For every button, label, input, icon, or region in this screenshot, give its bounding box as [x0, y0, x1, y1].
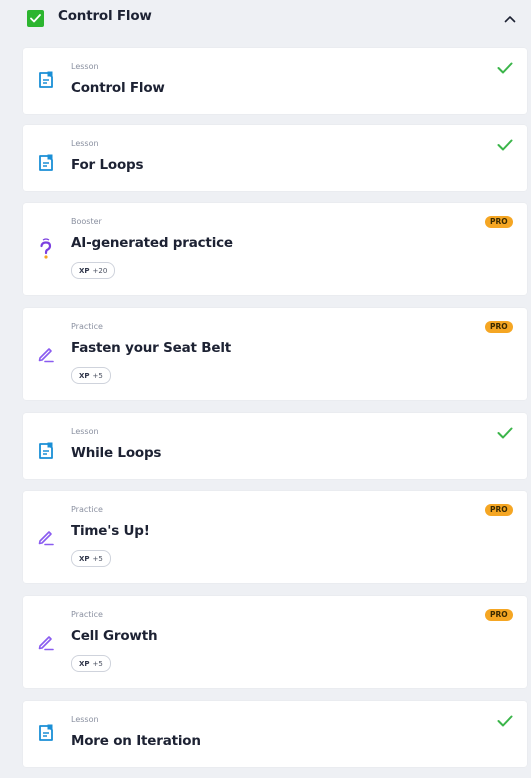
xp-pill: XP +5	[71, 367, 111, 384]
item-kind: Lesson	[71, 139, 99, 148]
checkmark-icon	[496, 714, 514, 728]
item-kind: Practice	[71, 505, 103, 514]
pro-badge: PRO	[485, 504, 513, 516]
xp-label: XP	[79, 266, 90, 275]
xp-pill: XP +20	[71, 262, 116, 279]
checkmark-icon	[496, 426, 514, 440]
xp-pill: XP +5	[71, 655, 111, 672]
section-complete-checkbox	[27, 10, 44, 27]
xp-value: +5	[92, 554, 103, 563]
item-kind: Lesson	[71, 715, 99, 724]
xp-value: +5	[92, 659, 103, 668]
list-item-lesson[interactable]: Lesson Control Flow	[23, 48, 527, 114]
pencil-icon	[36, 632, 56, 652]
list-item-lesson[interactable]: Lesson More on Iteration	[23, 701, 527, 767]
xp-pill: XP +5	[71, 550, 111, 567]
item-title: More on Iteration	[71, 733, 201, 749]
list-item-practice[interactable]: Practice Time's Up! PRO XP +5	[23, 491, 527, 583]
checkmark-icon	[30, 14, 41, 23]
pencil-icon	[36, 527, 56, 547]
list-item-booster[interactable]: Booster AI-generated practice PRO XP +20	[23, 203, 527, 295]
item-title: Time's Up!	[71, 523, 150, 539]
section-header[interactable]: Control Flow	[0, 0, 531, 40]
item-kind: Lesson	[71, 427, 99, 436]
chevron-up-icon[interactable]	[503, 13, 517, 25]
document-icon	[36, 70, 56, 90]
list-item-practice[interactable]: Practice Fasten your Seat Belt PRO XP +5	[23, 308, 527, 400]
checkmark-icon	[496, 61, 514, 75]
item-kind: Lesson	[71, 62, 99, 71]
pencil-icon	[36, 344, 56, 364]
item-kind: Booster	[71, 217, 102, 226]
item-kind: Practice	[71, 610, 103, 619]
xp-label: XP	[79, 371, 90, 380]
section-title: Control Flow	[58, 8, 152, 24]
document-icon	[36, 441, 56, 461]
pro-badge: PRO	[485, 216, 513, 228]
question-icon	[36, 238, 56, 259]
item-title: Fasten your Seat Belt	[71, 340, 232, 356]
item-title: For Loops	[71, 157, 144, 173]
list-item-lesson[interactable]: Lesson While Loops	[23, 413, 527, 479]
item-title: Control Flow	[71, 80, 165, 96]
item-title: Cell Growth	[71, 628, 158, 644]
document-icon	[36, 723, 56, 743]
xp-value: +5	[92, 371, 103, 380]
document-icon	[36, 153, 56, 173]
xp-label: XP	[79, 554, 90, 563]
list-item-practice[interactable]: Practice Cell Growth PRO XP +5	[23, 596, 527, 688]
pro-badge: PRO	[485, 609, 513, 621]
xp-label: XP	[79, 659, 90, 668]
xp-value: +20	[92, 266, 108, 275]
checkmark-icon	[496, 138, 514, 152]
item-title: While Loops	[71, 445, 162, 461]
pro-badge: PRO	[485, 321, 513, 333]
item-kind: Practice	[71, 322, 103, 331]
item-title: AI-generated practice	[71, 235, 233, 251]
list-item-lesson[interactable]: Lesson For Loops	[23, 125, 527, 191]
